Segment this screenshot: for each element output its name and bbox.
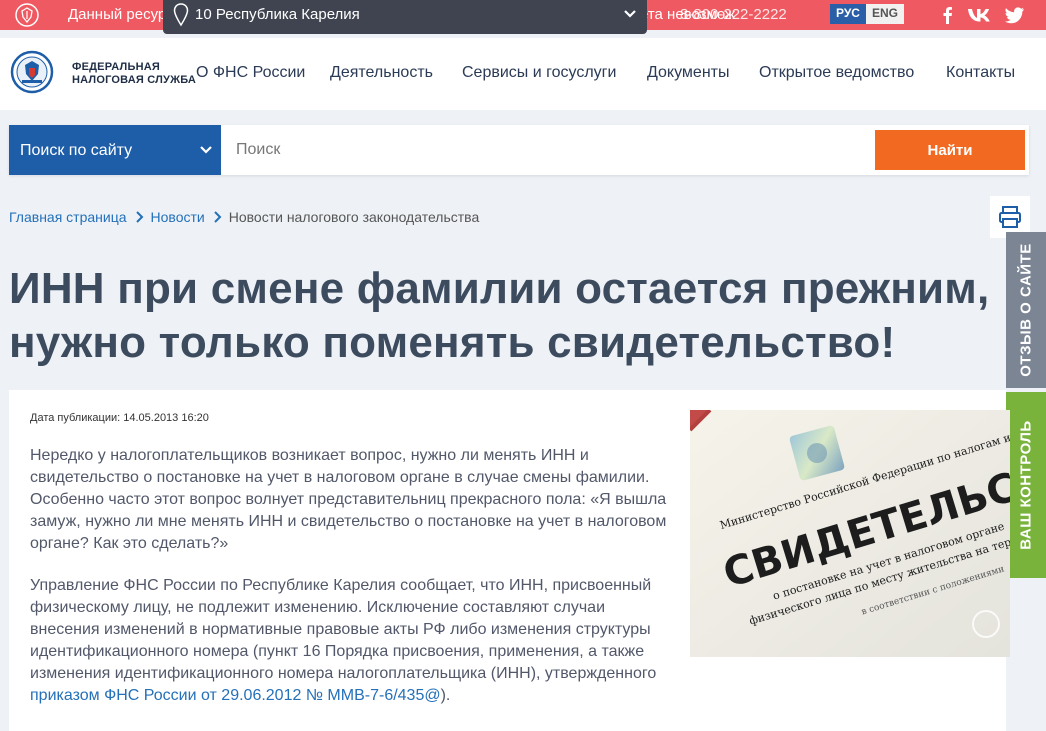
breadcrumb-news[interactable]: Новости — [151, 209, 205, 225]
chevron-right-icon — [135, 211, 143, 223]
logo-caption: ФЕДЕРАЛЬНАЯ НАЛОГОВАЯ СЛУЖБА — [72, 61, 196, 87]
emblem-icon — [15, 3, 39, 27]
breadcrumb-home[interactable]: Главная страница — [9, 209, 127, 225]
search-scope-label: Поиск по сайту — [20, 142, 133, 159]
chevron-down-icon — [624, 10, 636, 18]
region-select[interactable]: 10 Республика Карелия — [163, 0, 647, 34]
location-pin-icon — [173, 3, 189, 27]
top-notice-text: Данный ресур — [68, 6, 167, 23]
order-link[interactable]: приказом ФНС России от 29.06.2012 № ММВ-… — [30, 687, 441, 704]
nav-documents[interactable]: Документы — [647, 64, 729, 82]
site-header: ФЕДЕРАЛЬНАЯ НАЛОГОВАЯ СЛУЖБА О ФНС Росси… — [0, 38, 1046, 110]
chevron-down-icon — [200, 146, 212, 154]
nav-activity[interactable]: Деятельность — [330, 64, 433, 82]
chevron-right-icon — [214, 211, 222, 223]
article-card: Дата публикации: 14.05.2013 16:20 Нередк… — [9, 390, 1010, 731]
breadcrumb: Главная страница Новости Новости налогов… — [9, 209, 479, 225]
article-paragraph-2-end: ). — [440, 687, 451, 704]
nav-services[interactable]: Сервисы и госуслуги — [462, 64, 616, 82]
page-title-line1: ИНН при смене фамилии остается прежним, — [9, 264, 990, 313]
your-control-tab[interactable]: ВАШ КОНТРОЛЬ — [1006, 392, 1046, 578]
article-paragraph-1: Нередко у налогоплательщиков возникает в… — [30, 447, 667, 552]
your-control-label: ВАШ КОНТРОЛЬ — [1017, 420, 1035, 550]
nav-about[interactable]: О ФНС России — [196, 64, 305, 82]
article-paragraph-2-text: Управление ФНС России по Республике Каре… — [30, 577, 657, 682]
site-feedback-label: ОТЗЫВ О САЙТЕ — [1017, 243, 1035, 377]
nav-open-agency[interactable]: Открытое ведомство — [759, 64, 914, 82]
article-paragraph-2: Управление ФНС России по Республике Каре… — [30, 575, 670, 707]
logo-caption-line2: НАЛОГОВАЯ СЛУЖБА — [72, 74, 197, 86]
language-switch: РУС ENG — [830, 4, 904, 24]
site-feedback-tab[interactable]: ОТЗЫВ О САЙТЕ — [1006, 232, 1046, 388]
twitter-icon[interactable] — [1005, 5, 1025, 25]
page-title-line2: нужно только поменять свидетельство! — [9, 318, 896, 367]
certificate-image: Министерство Российской Федерации по нал… — [690, 410, 1010, 657]
facebook-icon[interactable] — [938, 5, 958, 25]
search-button[interactable]: Найти — [875, 130, 1025, 170]
top-notice-bar: Данный ресур ета невозмож 8-800-222-2222… — [0, 0, 1046, 34]
logo-caption-line1: ФЕДЕРАЛЬНАЯ — [72, 61, 160, 73]
certificate-photo: Министерство Российской Федерации по нал… — [690, 410, 1010, 657]
lang-en-button[interactable]: ENG — [865, 4, 904, 24]
lang-ru-button[interactable]: РУС — [830, 4, 866, 24]
publication-date: Дата публикации: 14.05.2013 16:20 — [30, 412, 209, 424]
region-select-value: 10 Республика Карелия — [195, 6, 360, 23]
nav-contacts[interactable]: Контакты — [946, 64, 1015, 82]
fns-logo-icon[interactable] — [10, 50, 54, 94]
search-scope-select[interactable]: Поиск по сайту — [9, 125, 221, 175]
breadcrumb-current: Новости налогового законодательства — [228, 209, 480, 225]
vk-icon[interactable] — [966, 5, 994, 25]
page-title: ИНН при смене фамилии остается прежним, … — [9, 262, 999, 370]
search-input[interactable] — [222, 125, 872, 175]
search-bar: Поиск по сайту Найти — [9, 125, 1029, 175]
hotline-phone[interactable]: 8-800-222-2222 — [680, 6, 787, 23]
